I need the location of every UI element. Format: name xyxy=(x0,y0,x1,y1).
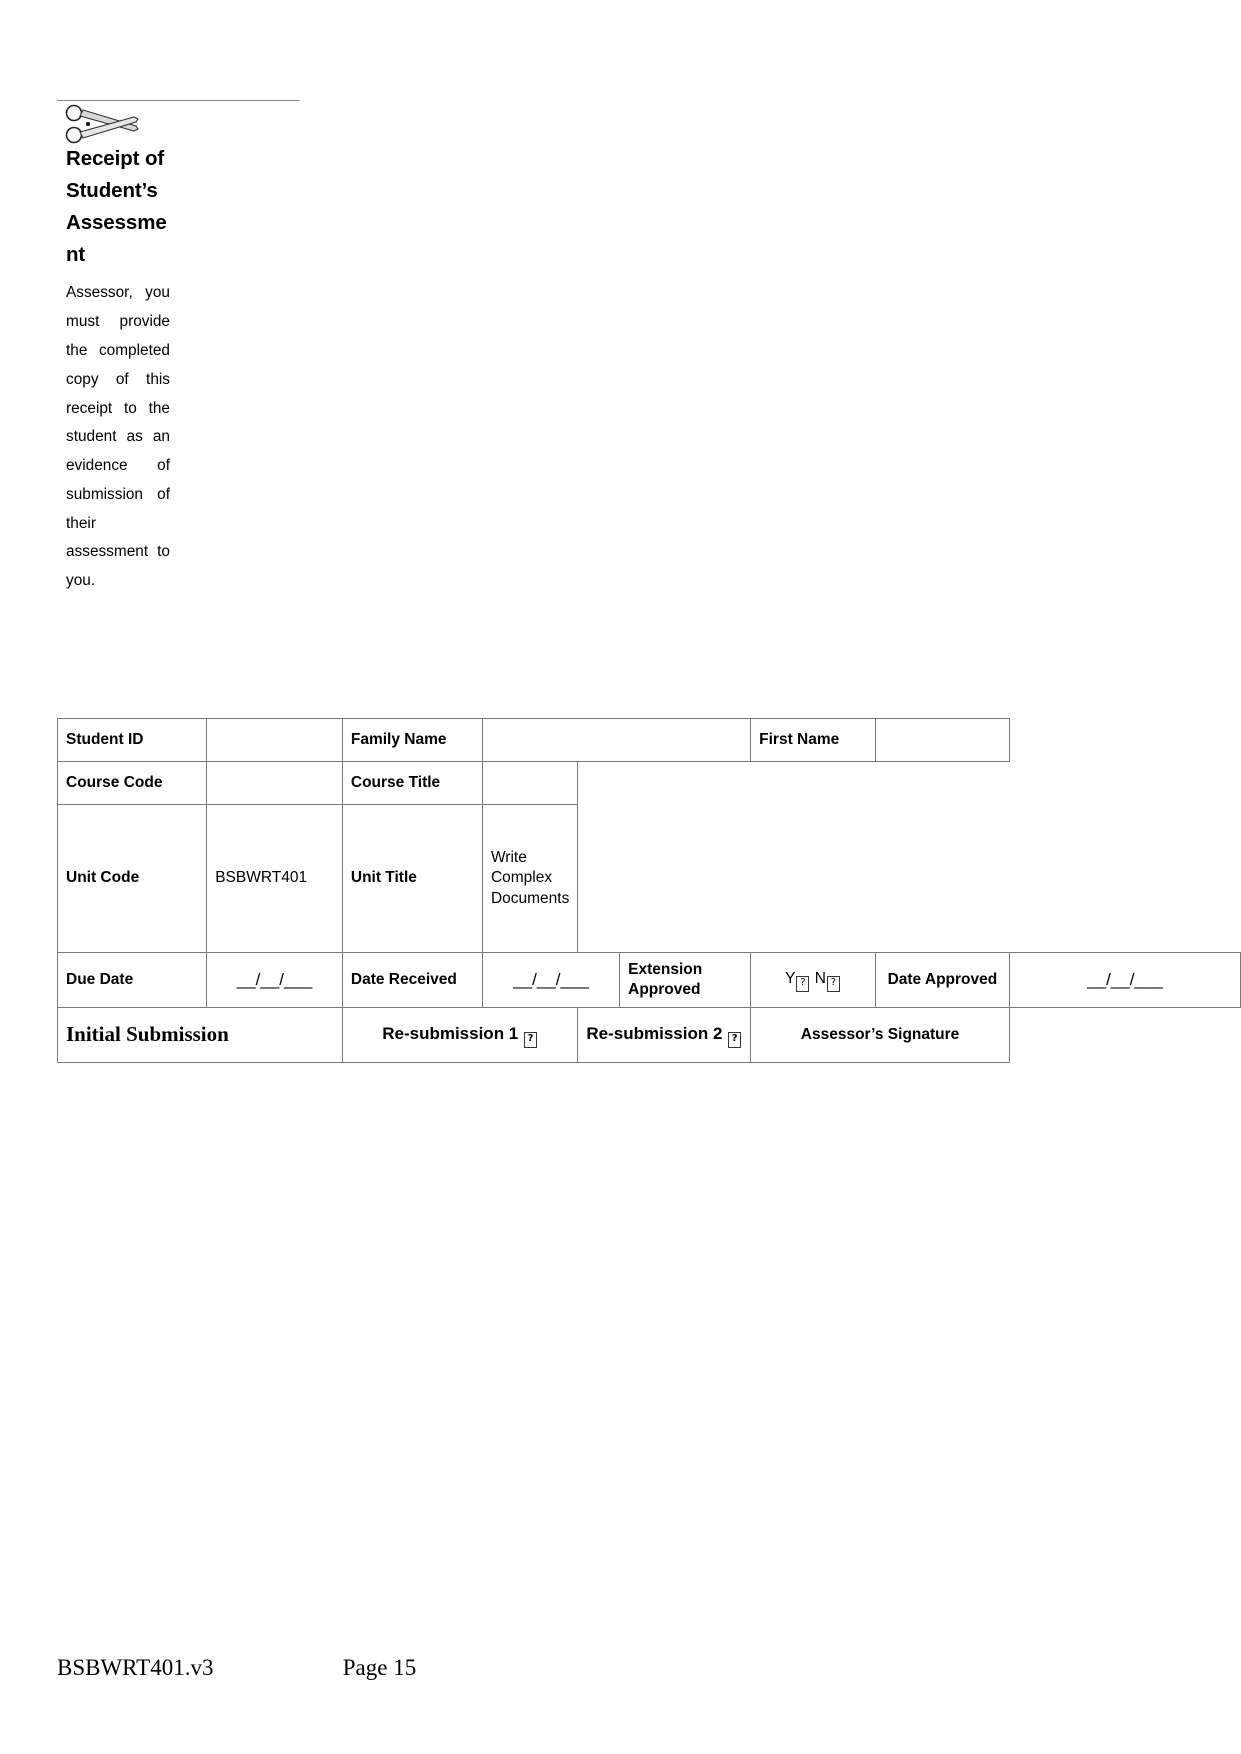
footer-document-id: BSBWRT401.v3 xyxy=(57,1655,214,1680)
extension-yes-checkbox[interactable]: ? xyxy=(796,975,810,992)
row3-spacer xyxy=(578,805,1241,953)
resubmission-2-label: Re-submission 2 xyxy=(586,1023,723,1043)
family-name-label: Family Name xyxy=(341,718,483,762)
date-approved-value[interactable]: __/__/___ xyxy=(1008,952,1241,1008)
footer-page-number: Page 15 xyxy=(342,1655,417,1680)
table-row-student-details: Student ID Family Name First Name xyxy=(56,718,1241,762)
extension-approved-choice[interactable]: Y? N? xyxy=(750,952,876,1008)
resubmission-2-cell[interactable]: Re-submission 2 ? xyxy=(577,1007,752,1063)
course-title-label: Course Title xyxy=(341,761,483,805)
extension-no-label: N xyxy=(814,969,826,987)
course-code-value[interactable] xyxy=(206,761,343,805)
family-name-value[interactable] xyxy=(481,718,752,762)
assessor-signature-label: Assessor’s Signature xyxy=(750,1007,1010,1063)
extension-no-checkbox[interactable]: ? xyxy=(826,975,840,992)
table-row-unit: Unit Code BSBWRT401 Unit Title Write Com… xyxy=(56,804,1241,953)
student-receipt-table: Student ID Family Name First Name Course… xyxy=(56,718,1241,1063)
page-footer: BSBWRT401.v3 Page 15 xyxy=(57,1655,1157,1681)
page-title: Receipt of Student’s Assessment xyxy=(66,147,167,267)
date-approved-label: Date Approved xyxy=(874,952,1010,1008)
unit-code-value[interactable]: BSBWRT401 xyxy=(206,804,343,953)
scissors-icon xyxy=(62,104,140,144)
unit-code-label: Unit Code xyxy=(56,804,208,953)
due-date-label: Due Date xyxy=(56,952,208,1008)
table-row-submission: Initial Submission Re-submission 1 ? Re-… xyxy=(57,1007,1241,1063)
extension-yes-label: Y xyxy=(785,969,796,987)
date-received-label: Date Received xyxy=(341,952,483,1008)
resubmission-1-label: Re-submission 1 xyxy=(382,1023,519,1043)
first-name-label: First Name xyxy=(750,718,876,762)
first-name-value[interactable] xyxy=(874,718,1010,762)
table-row-course: Course Code Course Title xyxy=(56,761,1241,805)
course-code-label: Course Code xyxy=(56,761,208,805)
cut-here-rule xyxy=(57,100,300,101)
resubmission-1-checkbox[interactable]: ? xyxy=(524,1031,537,1048)
table-row-dates: Due Date __/__/___ Date Received __/__/_… xyxy=(56,952,1241,1008)
row2-spacer xyxy=(578,762,1241,805)
extension-approved-label: Extension Approved xyxy=(619,952,752,1008)
row1-spacer xyxy=(1009,719,1240,762)
resubmission-2-checkbox[interactable]: ? xyxy=(728,1031,742,1048)
row5-spacer xyxy=(1009,1008,1240,1063)
date-received-value[interactable]: __/__/___ xyxy=(481,952,621,1008)
unit-title-label: Unit Title xyxy=(341,804,483,953)
assessor-instruction-text: Assessor, you must provide the completed… xyxy=(66,284,170,590)
due-date-value[interactable]: __/__/___ xyxy=(206,952,343,1008)
receipt-intro-block: Receipt of Student’s Assessment Assessor… xyxy=(66,143,170,625)
resubmission-1-cell[interactable]: Re-submission 1 ? xyxy=(341,1007,579,1063)
student-id-value[interactable] xyxy=(206,718,343,762)
document-page: Receipt of Student’s Assessment Assessor… xyxy=(0,0,1241,1754)
unit-title-value[interactable]: Write Complex Documents xyxy=(481,804,579,953)
course-title-value[interactable] xyxy=(481,761,579,805)
student-id-label: Student ID xyxy=(56,718,208,762)
initial-submission-label: Initial Submission xyxy=(57,1007,343,1063)
